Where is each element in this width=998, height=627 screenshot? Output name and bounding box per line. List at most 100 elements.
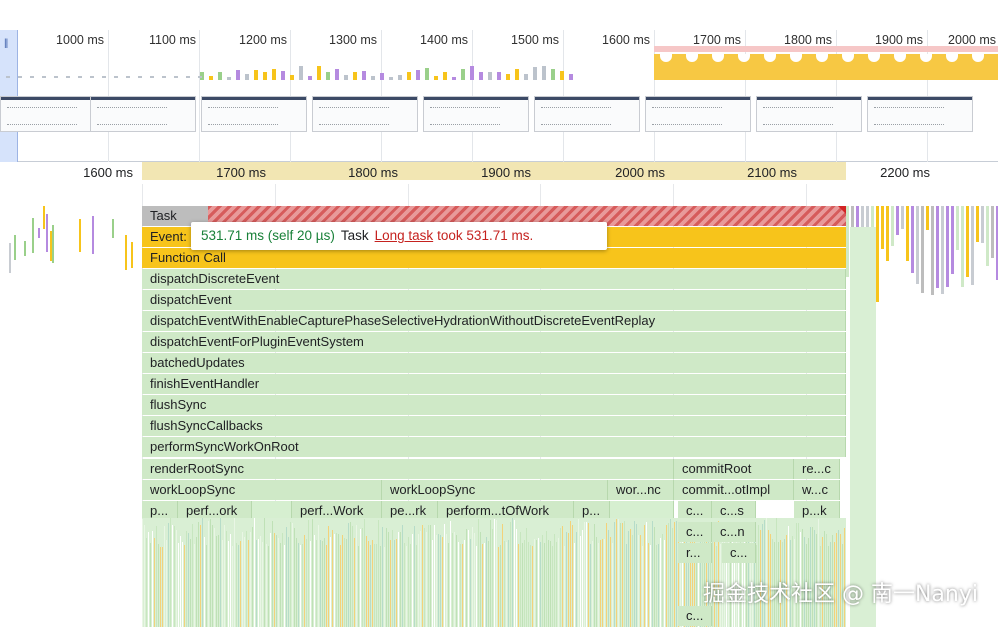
deep-frame	[656, 545, 657, 627]
deep-frame	[338, 534, 339, 627]
flame-frame[interactable]: dispatchDiscreteEvent	[142, 269, 846, 289]
event-label: Event:	[150, 229, 187, 244]
long-task-link[interactable]: Long task	[375, 228, 434, 243]
screenshot-thumbnail[interactable]	[423, 96, 529, 132]
screenshot-thumbnail[interactable]	[645, 96, 751, 132]
deep-frame	[488, 541, 489, 627]
deep-frame	[402, 525, 403, 627]
activity-blip	[317, 66, 321, 80]
deep-frame	[624, 521, 625, 627]
deep-frame	[220, 518, 221, 627]
screenshot-thumbnail[interactable]	[201, 96, 307, 132]
deep-frame	[668, 523, 669, 627]
flame-frame[interactable]: w...c	[794, 480, 840, 500]
deep-frame	[266, 544, 267, 627]
activity-blip	[506, 74, 510, 80]
flame-frame[interactable]: c...	[678, 522, 712, 542]
flame-frame[interactable]: c...	[722, 543, 756, 563]
deep-frame	[524, 540, 525, 627]
activity-blip	[551, 69, 555, 80]
activity-blip	[515, 69, 519, 80]
function-call-bar[interactable]: Function Call	[142, 248, 846, 268]
deep-frame	[574, 543, 575, 627]
watermark: 掘金技术社区 @ 南一Nanyi	[702, 582, 978, 607]
deep-frame	[672, 528, 673, 627]
activity-column	[881, 206, 884, 249]
activity-column	[986, 206, 989, 266]
activity-column	[971, 206, 974, 285]
flame-frame[interactable]: dispatchEvent	[142, 290, 846, 310]
deep-frame	[536, 540, 537, 627]
flame-frame[interactable]: workLoopSync	[142, 480, 382, 500]
activity-blip	[281, 71, 285, 80]
deep-frame	[166, 540, 167, 627]
deep-frame	[326, 545, 327, 627]
deep-frame	[456, 535, 457, 627]
activity-blip	[569, 74, 573, 80]
flame-frame[interactable]: flushSync	[142, 395, 846, 415]
flame-frame[interactable]: finishEventHandler	[142, 374, 846, 394]
flame-chart[interactable]: Task Event: Function Call dispatchDiscre…	[0, 184, 998, 627]
deep-frame	[194, 544, 195, 627]
idle-event	[46, 214, 48, 252]
flame-frame[interactable]: renderRootSync	[142, 459, 674, 479]
deep-frame	[170, 518, 171, 627]
flame-frame[interactable]: c...n	[712, 522, 756, 542]
activity-blip	[254, 70, 258, 80]
activity-blip	[380, 73, 384, 80]
deep-frame	[582, 530, 583, 627]
deep-frame	[222, 540, 223, 627]
deep-frame	[372, 540, 373, 627]
flame-frame[interactable]: commit...otImpl	[674, 480, 794, 500]
flame-frame[interactable]: c...	[678, 606, 712, 626]
deep-frame	[154, 538, 155, 627]
deep-frame	[648, 543, 649, 627]
overview-tick-label: 1900 ms	[875, 33, 923, 47]
deep-frame	[378, 520, 379, 627]
long-task-tooltip: 531.71 ms (self 20 µs) Task Long task took …	[191, 222, 607, 250]
timeline-ruler[interactable]: 1600 ms 1700 ms 1800 ms 1900 ms 2000 ms …	[0, 162, 998, 184]
flame-frame[interactable]: dispatchEventForPluginEventSystem	[142, 332, 846, 352]
deep-frame	[436, 535, 437, 627]
deep-frame	[144, 525, 145, 627]
screenshot-thumbnail[interactable]	[90, 96, 196, 132]
deep-frame	[564, 546, 565, 627]
deep-frame	[534, 539, 535, 627]
flame-frame[interactable]: flushSyncCallbacks	[142, 416, 846, 436]
activity-blip	[245, 74, 249, 80]
activity-column	[951, 206, 954, 274]
deep-frame	[602, 539, 603, 627]
activity-blip	[533, 67, 537, 80]
flame-frame[interactable]: workLoopSync	[382, 480, 608, 500]
deep-frame	[288, 537, 289, 627]
deep-frame	[388, 532, 389, 627]
deep-frame	[528, 542, 529, 627]
idle-event	[14, 235, 16, 260]
deep-frame	[224, 525, 225, 627]
flame-frame[interactable]: r...	[678, 543, 712, 563]
deep-frame	[556, 542, 557, 627]
deep-frame	[422, 525, 423, 627]
screenshot-thumbnail[interactable]	[534, 96, 640, 132]
activity-dot	[54, 76, 58, 78]
flame-frame[interactable]: commitRoot	[674, 459, 794, 479]
flame-frame[interactable]: performSyncWorkOnRoot	[142, 437, 846, 457]
deep-frame	[146, 538, 147, 627]
flame-frame[interactable]: re...c	[794, 459, 840, 479]
flame-frame[interactable]: wor...nc	[608, 480, 674, 500]
deep-frame	[238, 545, 239, 627]
overview-tick-label: 1700 ms	[693, 33, 741, 47]
flame-frame[interactable]: batchedUpdates	[142, 353, 846, 373]
deep-frame	[608, 530, 609, 627]
screenshot-thumbnail[interactable]	[312, 96, 418, 132]
deep-frame	[396, 539, 397, 627]
flame-frame[interactable]: dispatchEventWithEnableCapturePhaseSelec…	[142, 311, 846, 331]
deep-frame	[244, 537, 245, 627]
screenshot-thumbnail[interactable]	[756, 96, 862, 132]
activity-blip	[290, 75, 294, 80]
activity-blip	[218, 72, 222, 80]
activity-dot	[6, 76, 10, 78]
screenshot-thumbnail[interactable]	[867, 96, 973, 132]
deep-frame	[300, 545, 301, 627]
deep-frame	[472, 527, 473, 627]
